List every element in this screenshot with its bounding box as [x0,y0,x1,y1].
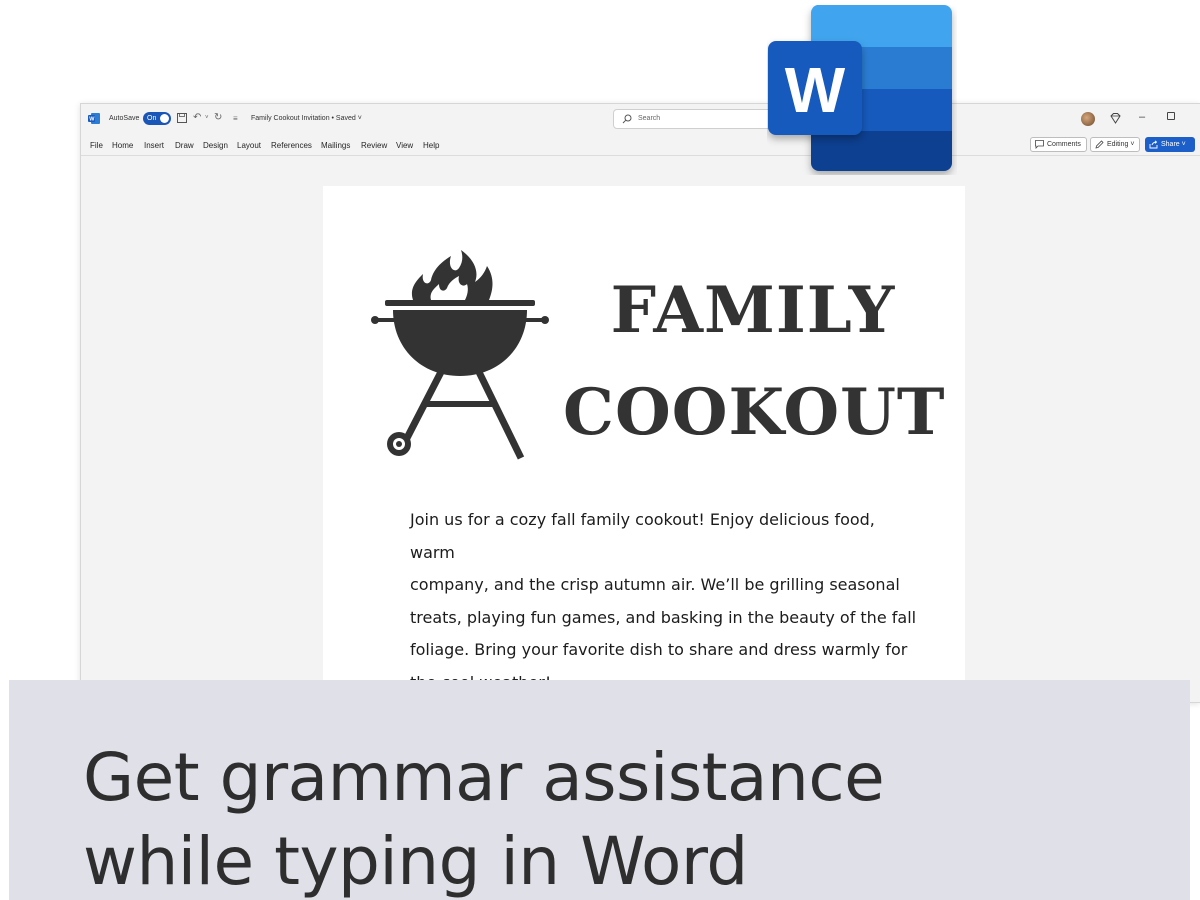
comments-icon [1035,140,1044,149]
caption-text: Get grammar assistance while typing in W… [83,736,1083,900]
editing-label: Editing ˅ [1107,141,1135,148]
search-icon [622,114,632,124]
avatar[interactable] [1081,112,1095,126]
svg-text:W: W [89,117,95,123]
customize-qat-icon[interactable]: ≡ [233,114,238,123]
body-line: Join us for a cozy fall family cookout! … [410,510,875,562]
editing-button[interactable]: Editing ˅ [1090,137,1141,152]
tab-layout[interactable]: Layout [237,141,261,150]
minimize-icon[interactable]: – [1139,111,1145,123]
document-title[interactable]: Family Cookout Invitation • Saved ˅ [251,115,362,122]
tab-home[interactable]: Home [112,141,133,150]
tab-design[interactable]: Design [203,141,228,150]
share-icon [1149,140,1158,149]
headline-line-2: COOKOUT [563,375,946,450]
pencil-icon [1095,140,1104,149]
tab-help[interactable]: Help [423,141,439,150]
toggle-knob [160,114,169,123]
tab-mailings[interactable]: Mailings [321,141,350,150]
body-line: foliage. Bring your favorite dish to sha… [410,640,908,659]
word-logo-icon: W [768,5,952,171]
title-bar: W AutoSave On ↶ ˅ ↻ ≡ Family Cookout Inv… [81,104,1200,134]
tab-review[interactable]: Review [361,141,387,150]
undo-dropdown-icon[interactable]: ˅ [205,115,209,121]
caption-band: Get grammar assistance while typing in W… [9,680,1190,900]
headline-line-1: FAMILY [610,273,896,348]
svg-text:W: W [785,54,846,126]
autosave-toggle[interactable]: On [143,112,171,125]
search-placeholder: Search [638,115,661,122]
tab-insert[interactable]: Insert [144,141,164,150]
save-icon[interactable] [177,113,187,123]
document-page[interactable]: FAMILY COOKOUT Join us for a cozy fall f… [323,186,965,706]
maximize-icon[interactable] [1167,112,1175,120]
body-line: treats, playing fun games, and basking i… [410,607,917,627]
share-label: Share ˅ [1161,141,1186,148]
tab-references[interactable]: References [271,141,312,150]
comments-label: Comments [1047,141,1081,148]
caption-line-2: while typing in Word [83,823,748,900]
document-body[interactable]: Join us for a cozy fall family cookout! … [410,504,920,699]
redo-icon[interactable]: ↻ [214,112,222,123]
document-headline: FAMILY COOKOUT [563,260,946,464]
tab-view[interactable]: View [396,141,413,150]
caption-line-1: Get grammar assistance [83,739,885,816]
comments-button[interactable]: Comments [1030,137,1087,152]
diamond-icon[interactable] [1109,112,1122,125]
tab-draw[interactable]: Draw [175,141,194,150]
body-line: company, and the crisp autumn air. We’ll… [410,575,900,594]
autosave-label: AutoSave [109,115,140,122]
ribbon-tabs: File Home Insert Draw Design Layout Refe… [81,134,1200,156]
tab-file[interactable]: File [90,141,103,150]
grill-icon [371,250,549,460]
autosave-state: On [147,115,157,122]
undo-icon[interactable]: ↶ [193,112,201,123]
share-button[interactable]: Share ˅ [1145,137,1195,152]
word-app-icon: W [88,113,100,124]
